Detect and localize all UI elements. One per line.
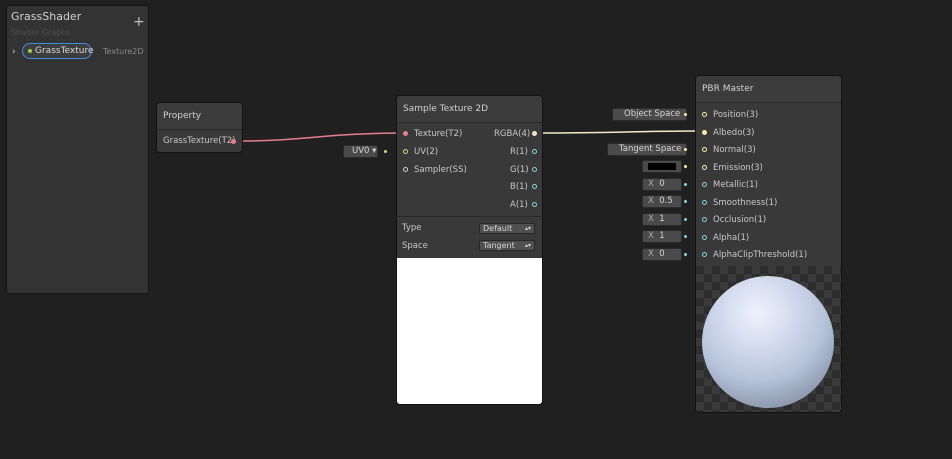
space-label: Space [402, 241, 428, 251]
uv-input-port[interactable] [403, 149, 408, 154]
alpha-value: 1 [659, 231, 665, 241]
property-node-title: Property [157, 103, 242, 130]
alpha-clip-input-port[interactable] [702, 252, 707, 257]
space-dropdown-value: Tangent [483, 241, 515, 250]
uv-connector-dot [384, 150, 387, 153]
property-pill-grasstexture[interactable]: GrassTexture [22, 43, 94, 59]
emission-color-swatch [648, 163, 676, 170]
metallic-value: 0 [659, 179, 665, 189]
add-property-button[interactable]: + [133, 15, 145, 29]
texture-preview [397, 258, 542, 404]
sampler-input-port[interactable] [403, 167, 408, 172]
albedo-port-label: Albedo(3) [713, 128, 755, 138]
normal-port-label: Normal(3) [713, 145, 756, 155]
smoothness-port-label: Smoothness(1) [713, 198, 778, 208]
graph-title: GrassShader [11, 10, 82, 23]
alpha-clip-input[interactable]: X 0 [642, 248, 682, 261]
smoothness-value: 0.5 [659, 196, 673, 206]
property-dot-icon [28, 49, 32, 53]
texture-input-label: Texture(T2) [414, 129, 463, 139]
smoothness-connector-dot [684, 200, 687, 203]
alpha-input[interactable]: X 1 [642, 230, 682, 243]
blackboard-panel: GrassShader Shader Graphs + › GrassTextu… [6, 5, 149, 294]
a-output-port[interactable] [532, 202, 537, 207]
pbr-master-node[interactable]: PBR Master Position(3) Albedo(3) Normal(… [695, 75, 842, 413]
position-connector-dot [684, 113, 687, 116]
smoothness-x-label: X [648, 196, 654, 206]
r-output-label: R(1) [510, 147, 528, 157]
metallic-input[interactable]: X 0 [642, 178, 682, 191]
sampler-input-label: Sampler(SS) [414, 165, 467, 175]
texture-wire[interactable] [242, 132, 404, 142]
position-input-port[interactable] [702, 112, 707, 117]
b-output-label: B(1) [510, 182, 528, 192]
emission-port-label: Emission(3) [713, 163, 763, 173]
alpha-clip-port-label: AlphaClipThreshold(1) [713, 250, 808, 260]
position-space-input[interactable]: Object Space [612, 108, 687, 121]
graph-subtitle: Shader Graphs [11, 28, 71, 37]
material-preview [696, 266, 841, 412]
occlusion-x-label: X [648, 214, 654, 224]
occlusion-connector-dot [684, 218, 687, 221]
emission-color-input[interactable] [642, 160, 682, 173]
position-port-label: Position(3) [713, 110, 759, 120]
dropdown-arrow-icon: ▴▾ [524, 242, 531, 249]
space-dropdown[interactable]: Tangent ▴▾ [479, 240, 535, 251]
alpha-clip-value: 0 [659, 249, 665, 259]
normal-input-port[interactable] [702, 147, 707, 152]
texture-input-port[interactable] [403, 131, 408, 136]
normal-space-input[interactable]: Tangent Space [607, 143, 687, 156]
occlusion-input[interactable]: X 1 [642, 213, 682, 226]
property-output-label: GrassTexture(T2) [163, 136, 236, 146]
a-output-label: A(1) [510, 200, 528, 210]
alpha-clip-x-label: X [648, 249, 654, 259]
g-output-label: G(1) [510, 165, 529, 175]
type-dropdown[interactable]: Default ▴▾ [479, 223, 535, 234]
uv-input-label: UV(2) [414, 147, 439, 157]
dropdown-arrow-icon: ▴▾ [524, 225, 531, 232]
property-node[interactable]: Property GrassTexture(T2) [156, 102, 243, 153]
sample-node-title: Sample Texture 2D [397, 96, 542, 123]
metallic-connector-dot [684, 183, 687, 186]
occlusion-port-label: Occlusion(1) [713, 215, 767, 225]
property-output-port[interactable] [231, 139, 236, 144]
uv-channel-dropdown[interactable]: UV0 ▾ [343, 145, 378, 158]
emission-input-port[interactable] [702, 165, 707, 170]
normal-connector-dot [684, 148, 687, 151]
type-dropdown-value: Default [483, 224, 513, 233]
property-name: GrassTexture [35, 46, 94, 56]
sample-texture-2d-node[interactable]: Sample Texture 2D Texture(T2) UV(2) Samp… [396, 95, 543, 405]
property-type: Texture2D [103, 47, 144, 56]
r-output-port[interactable] [532, 149, 537, 154]
preview-sphere [702, 276, 834, 408]
metallic-x-label: X [648, 179, 654, 189]
sample-node-divider [397, 216, 542, 217]
normal-space-label: Tangent Space [619, 144, 682, 154]
type-label: Type [402, 223, 422, 233]
alpha-input-port[interactable] [702, 235, 707, 240]
alpha-clip-connector-dot [684, 253, 687, 256]
albedo-input-port[interactable] [702, 130, 707, 135]
smoothness-input[interactable]: X 0.5 [642, 195, 682, 208]
occlusion-value: 1 [659, 214, 665, 224]
rgba-output-label: RGBA(4) [494, 129, 531, 139]
expand-arrow-icon[interactable]: › [12, 47, 16, 57]
position-space-label: Object Space [624, 109, 681, 119]
g-output-port[interactable] [532, 167, 537, 172]
metallic-port-label: Metallic(1) [713, 180, 758, 190]
alpha-x-label: X [648, 231, 654, 241]
metallic-input-port[interactable] [702, 182, 707, 187]
emission-connector-dot [684, 165, 687, 168]
b-output-port[interactable] [532, 184, 537, 189]
smoothness-input-port[interactable] [702, 200, 707, 205]
pbr-master-title: PBR Master [696, 76, 841, 103]
alpha-port-label: Alpha(1) [713, 233, 750, 243]
alpha-connector-dot [684, 235, 687, 238]
uv-channel-label: UV0 ▾ [352, 146, 377, 156]
occlusion-input-port[interactable] [702, 217, 707, 222]
rgba-output-port[interactable] [532, 131, 537, 136]
rgba-to-albedo-wire[interactable] [538, 130, 704, 134]
